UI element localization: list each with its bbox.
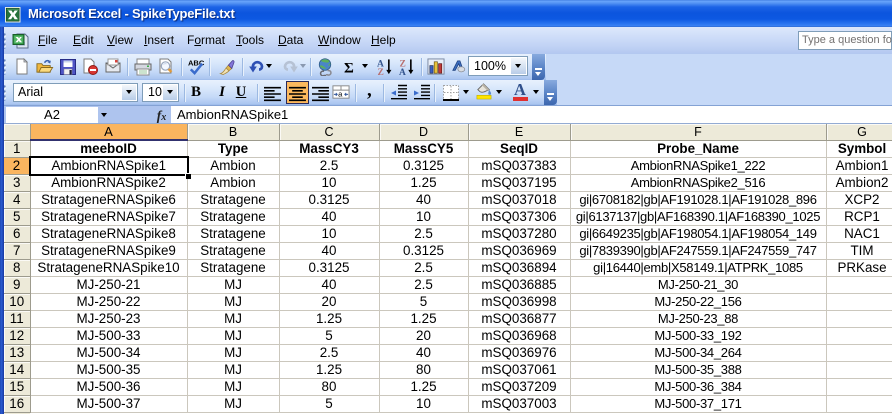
svg-text:ABC: ABC	[188, 59, 205, 68]
svg-text:Σ: Σ	[344, 61, 354, 77]
svg-text:A: A	[399, 68, 406, 76]
svg-text:Z: Z	[377, 68, 383, 76]
